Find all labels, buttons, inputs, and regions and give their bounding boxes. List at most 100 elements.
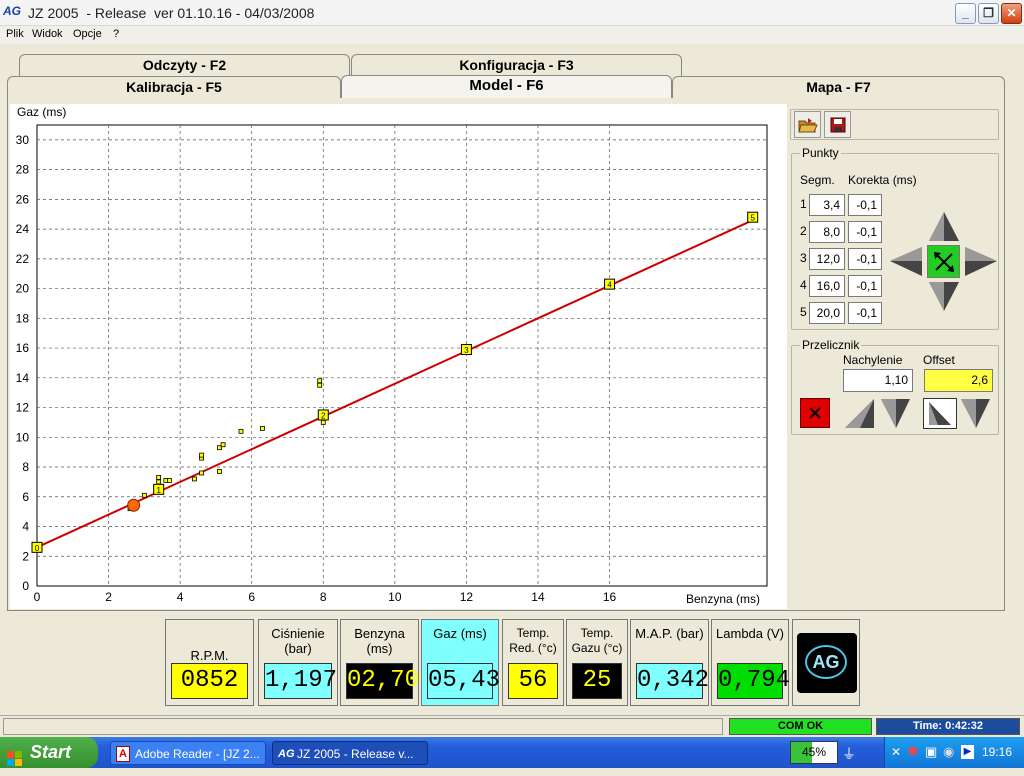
- y-tick-label: 28: [16, 163, 30, 177]
- nachylenie-field[interactable]: 1,10: [843, 369, 913, 392]
- offset-label: Offset: [923, 353, 955, 367]
- model-chart[interactable]: 0 2 4 6 8 10 12 14 16 0 2 4 6 8 10 12 14 16 18 20 22 24 26 28 30…: [10, 104, 787, 609]
- y-tick-label: 10: [16, 430, 30, 444]
- save-file-button[interactable]: [824, 111, 851, 138]
- close-button[interactable]: ✕: [1001, 3, 1022, 24]
- control-point-2[interactable]: 2: [317, 409, 329, 421]
- korekta-header: Korekta (ms): [848, 173, 917, 187]
- start-button[interactable]: Start: [0, 737, 98, 768]
- x-tick-label: 14: [531, 590, 545, 604]
- arrow-up-button[interactable]: [927, 210, 961, 243]
- tab-konfiguracja[interactable]: Konfiguracja - F3: [351, 54, 682, 76]
- slope-up-icon: [845, 399, 874, 428]
- y-tick-label: 4: [22, 520, 29, 534]
- control-point-label: 5: [750, 214, 755, 223]
- title-bar[interactable]: AG JZ 2005 - Release ver 01.10.16 - 04/0…: [0, 0, 1024, 26]
- tab-mapa[interactable]: Mapa - F7: [672, 76, 1005, 99]
- arrow-left-button[interactable]: [888, 245, 924, 278]
- plot-frame: [36, 124, 768, 587]
- menu-help[interactable]: ?: [113, 28, 119, 40]
- reset-arrows-icon: [933, 251, 954, 272]
- przelicznik-group: Przelicznik Nachylenie Offset 1,10 2,6: [791, 338, 999, 435]
- control-point-5[interactable]: 5: [747, 211, 759, 223]
- x-tick-label: 12: [460, 590, 474, 604]
- gauge-7: Lambda (V) 0,794: [711, 619, 790, 706]
- tab-model[interactable]: Model - F6: [341, 75, 672, 100]
- segm-field-1[interactable]: 3,4: [809, 194, 845, 216]
- gauge-0: R.P.M. 0852: [165, 619, 254, 706]
- tray-network-icon[interactable]: ✕: [891, 745, 901, 759]
- gauge-5: Temp. Gazu (°c) 25: [566, 619, 628, 706]
- menu-bar: Plik Widok Opcje ?: [0, 26, 1024, 44]
- sample-point: [260, 425, 265, 431]
- offset-field[interactable]: 2,6: [924, 369, 993, 392]
- y-axis-label: Gaz (ms): [17, 105, 66, 119]
- control-point-0[interactable]: 0: [31, 541, 43, 553]
- control-point-3[interactable]: 3: [460, 344, 472, 356]
- segm-field-2[interactable]: 8,0: [809, 221, 845, 243]
- sample-point: [167, 478, 172, 483]
- offset-up-button[interactable]: [923, 398, 957, 429]
- tray-sun-icon[interactable]: ✹: [907, 743, 919, 760]
- tray-monitor-icon[interactable]: ▣: [925, 744, 937, 760]
- x-tick-label: 10: [388, 590, 402, 604]
- system-tray: ✕ ✹ ▣ ◉ ▶ 19:16: [884, 737, 1024, 768]
- battery-meter[interactable]: 45%: [790, 741, 838, 764]
- tray-clock[interactable]: 19:16: [982, 745, 1012, 759]
- arrow-down-icon: [929, 282, 959, 311]
- cancel-button[interactable]: [800, 398, 830, 428]
- korekta-field-1[interactable]: -0,1: [848, 194, 882, 216]
- przelicznik-title: Przelicznik: [800, 338, 862, 352]
- segm-field-4[interactable]: 16,0: [809, 275, 845, 297]
- tab-kalibracja[interactable]: Kalibracja - F5: [7, 76, 341, 99]
- start-label: Start: [30, 742, 72, 762]
- y-tick-label: 22: [16, 252, 30, 266]
- nachylenie-down-button[interactable]: [879, 398, 912, 429]
- segm-field-5[interactable]: 20,0: [809, 302, 845, 324]
- reset-center-button[interactable]: [927, 245, 960, 278]
- sample-point: [317, 382, 323, 388]
- menu-opcje[interactable]: Opcje: [73, 28, 102, 40]
- control-point-4[interactable]: 4: [604, 278, 616, 290]
- nachylenie-up-button[interactable]: [843, 398, 876, 429]
- offset-up-icon: [929, 402, 951, 425]
- point-index: 4: [800, 278, 807, 292]
- time-status: Time: 0:42:32: [876, 718, 1020, 735]
- power-plug-icon[interactable]: ⏚: [842, 744, 862, 762]
- chart-svg[interactable]: 0 2 4 6 8 10 12 14 16024681012141618202224262830…: [10, 104, 787, 609]
- y-tick-label: 6: [22, 490, 29, 504]
- offset-down-button[interactable]: [959, 398, 992, 429]
- korekta-field-5[interactable]: -0,1: [848, 302, 882, 324]
- menu-plik[interactable]: Plik: [6, 28, 24, 40]
- menu-widok[interactable]: Widok: [32, 28, 63, 40]
- control-point-label: 2: [321, 411, 326, 420]
- sample-point: [199, 470, 205, 476]
- x-axis-label: Benzyna (ms): [686, 592, 760, 606]
- tray-speaker-icon[interactable]: ◉: [943, 744, 954, 760]
- status-message-box: [3, 718, 723, 735]
- minimize-button[interactable]: _: [955, 3, 976, 24]
- tray-play-icon[interactable]: ▶: [961, 745, 974, 759]
- korekta-field-2[interactable]: -0,1: [848, 221, 882, 243]
- korekta-field-4[interactable]: -0,1: [848, 275, 882, 297]
- brand-logo: AG: [805, 645, 847, 679]
- restore-button[interactable]: ❐: [978, 3, 999, 24]
- gauge-value: 0,342: [636, 663, 709, 699]
- segm-field-3[interactable]: 12,0: [809, 248, 845, 270]
- open-file-button[interactable]: [794, 111, 821, 138]
- window-title: JZ 2005 - Release ver 01.10.16 - 04/03/2…: [28, 5, 315, 21]
- current-point: [127, 498, 141, 512]
- tab-odczyty[interactable]: Odczyty - F2: [19, 54, 350, 76]
- brand-panel: AG: [792, 619, 860, 706]
- offset-down-icon: [961, 399, 990, 428]
- korekta-field-3[interactable]: -0,1: [848, 248, 882, 270]
- arrow-down-button[interactable]: [927, 280, 961, 313]
- y-tick-label: 2: [22, 549, 29, 563]
- task-adobe-reader[interactable]: A Adobe Reader - [JZ 2...: [110, 741, 266, 765]
- control-point-1[interactable]: 1: [153, 483, 165, 495]
- gauge-title: Benzyna (ms): [354, 626, 405, 656]
- task-jz2005[interactable]: AG JZ 2005 - Release v...: [272, 741, 428, 765]
- arrow-right-button[interactable]: [963, 245, 999, 278]
- app-logo: AG: [3, 4, 21, 18]
- sample-point: [156, 475, 162, 480]
